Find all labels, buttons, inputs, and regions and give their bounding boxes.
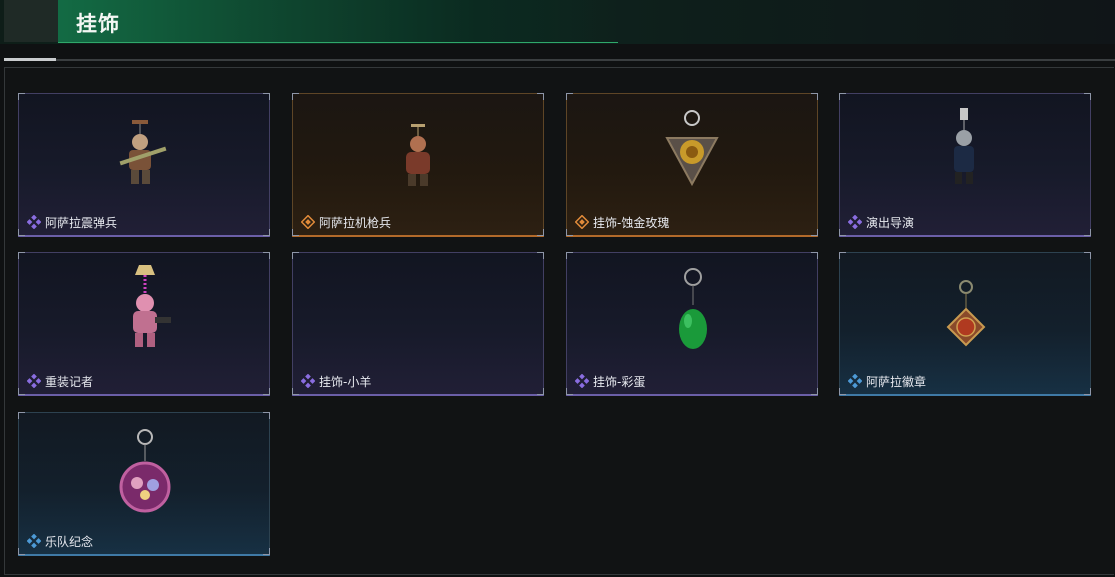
rarity-diamond-icon (848, 374, 862, 388)
lamb-charm-icon (293, 253, 545, 373)
charm-card[interactable]: 重装记者 (18, 252, 270, 396)
rarity-diamond-icon (27, 534, 41, 548)
charm-card[interactable]: 阿萨拉徽章 (839, 252, 1091, 396)
charm-card[interactable]: 挂饰-蚀金玫瑰 (566, 93, 818, 237)
horizontal-scrollbar[interactable] (4, 59, 1115, 61)
rarity-diamond-icon (575, 215, 589, 229)
charm-card[interactable]: 演出导演 (839, 93, 1091, 237)
back-button[interactable] (4, 0, 59, 42)
charm-name: 乐队纪念 (27, 532, 93, 550)
charm-grid-panel: 阿萨拉震弹兵 阿萨拉机枪兵 挂饰-蚀金玫瑰 演出导演 重装记者 挂饰-小羊 挂饰… (4, 67, 1114, 575)
rarity-diamond-icon (27, 374, 41, 388)
reporter-charm-icon (133, 265, 171, 347)
charm-card[interactable]: 阿萨拉机枪兵 (292, 93, 544, 237)
rarity-diamond-icon (301, 374, 315, 388)
director-charm-icon (954, 108, 974, 184)
rarity-diamond-icon (301, 215, 315, 229)
rarity-diamond-icon (848, 215, 862, 229)
charm-name: 演出导演 (848, 213, 914, 231)
charm-name: 挂饰-小羊 (301, 372, 371, 390)
page-title: 挂饰 (76, 12, 120, 36)
charm-name: 阿萨拉徽章 (848, 372, 926, 390)
charm-name: 挂饰-蚀金玫瑰 (575, 213, 669, 231)
rarity-diamond-icon (575, 374, 589, 388)
title-band (58, 0, 618, 43)
easter-egg-charm-icon (679, 268, 707, 349)
band-badge-charm-icon (119, 429, 171, 513)
charm-card[interactable]: 挂饰-小羊 (292, 252, 544, 396)
asala-badge-charm-icon (946, 280, 986, 347)
charm-name: 阿萨拉机枪兵 (301, 213, 391, 231)
charm-card[interactable]: 阿萨拉震弹兵 (18, 93, 270, 237)
charm-card[interactable]: 乐队纪念 (18, 412, 270, 556)
soldier-charm-icon (119, 120, 167, 184)
top-bar: 挂饰 (0, 0, 1115, 44)
charm-name: 重装记者 (27, 372, 93, 390)
charm-name: 挂饰-彩蛋 (575, 372, 645, 390)
scrollbar-thumb[interactable] (4, 58, 56, 61)
charm-name: 阿萨拉震弹兵 (27, 213, 117, 231)
charm-card[interactable]: 挂饰-彩蛋 (566, 252, 818, 396)
gunner-charm-icon (406, 124, 430, 186)
golden-rose-charm-icon (665, 110, 719, 187)
rarity-diamond-icon (27, 215, 41, 229)
